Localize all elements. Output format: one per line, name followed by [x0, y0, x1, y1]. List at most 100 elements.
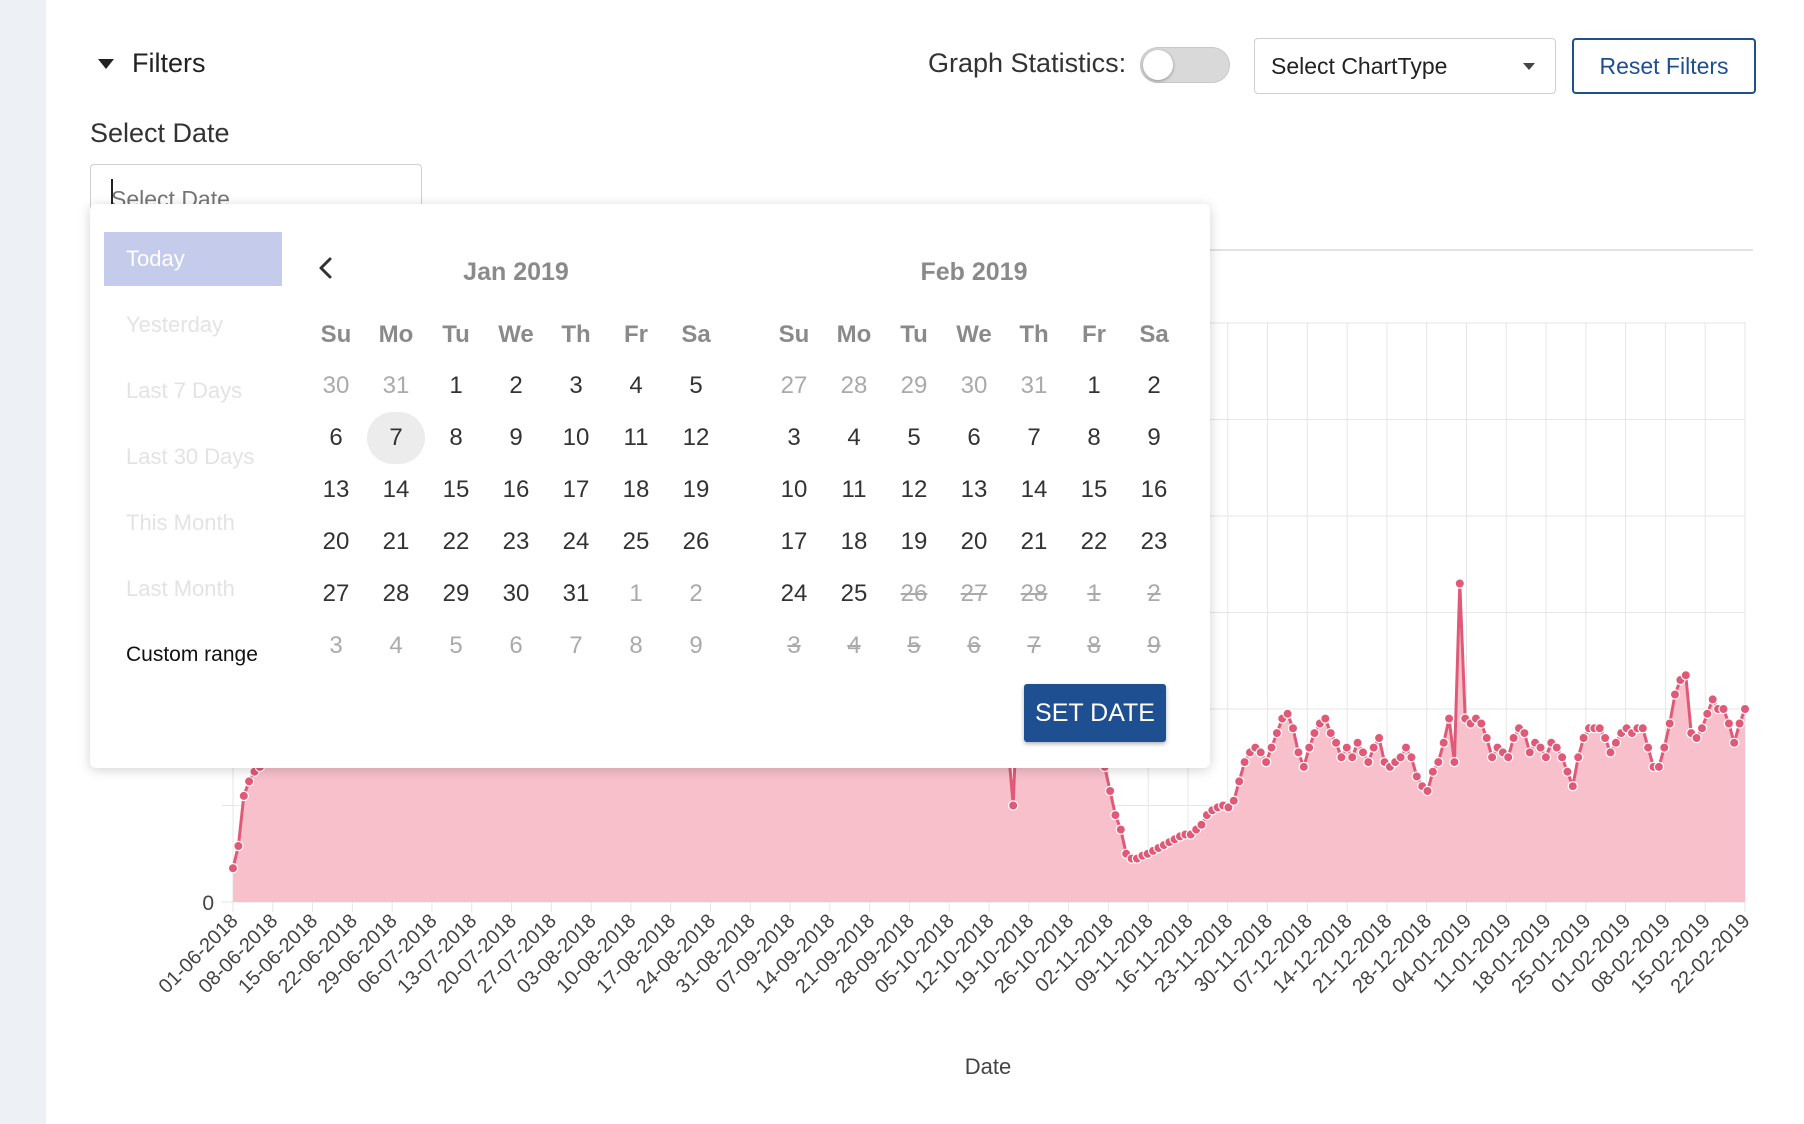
- calendar-day-label: 26: [900, 580, 928, 607]
- calendar-day[interactable]: 2: [666, 568, 726, 620]
- calendar-day[interactable]: 30: [306, 360, 366, 412]
- calendar-day[interactable]: 18: [606, 464, 666, 516]
- calendar-day[interactable]: 20: [944, 516, 1004, 568]
- calendar-day[interactable]: 7: [1004, 412, 1064, 464]
- calendar-day[interactable]: 26: [666, 516, 726, 568]
- calendar-day[interactable]: 9: [486, 412, 546, 464]
- calendar-day[interactable]: 12: [666, 412, 726, 464]
- data-point: [1239, 756, 1250, 768]
- y-tick-label: 0: [202, 892, 214, 915]
- calendar-day[interactable]: 16: [486, 464, 546, 516]
- calendar-day[interactable]: 2: [486, 360, 546, 412]
- calendar-day[interactable]: 15: [1064, 464, 1124, 516]
- calendar-day[interactable]: 31: [546, 568, 606, 620]
- calendar-day[interactable]: 24: [546, 516, 606, 568]
- calendar-day[interactable]: 1: [426, 360, 486, 412]
- calendar-day[interactable]: 21: [1004, 516, 1064, 568]
- calendar-day[interactable]: 25: [606, 516, 666, 568]
- range-option[interactable]: Last 7 Days: [104, 364, 282, 418]
- data-point: [1104, 785, 1116, 797]
- calendar-day-label: 6: [509, 632, 523, 659]
- calendar-day[interactable]: 23: [1124, 516, 1184, 568]
- calendar-day[interactable]: 8: [1064, 412, 1124, 464]
- calendar-day[interactable]: 11: [606, 412, 666, 464]
- data-point: [1524, 747, 1536, 758]
- calendar-day[interactable]: 18: [824, 516, 884, 568]
- calendar-day[interactable]: 4: [366, 620, 426, 672]
- range-option[interactable]: Yesterday: [104, 298, 282, 352]
- calendar-day[interactable]: 23: [486, 516, 546, 568]
- calendar-day[interactable]: 6: [944, 412, 1004, 464]
- calendar-day-label: 3: [787, 632, 801, 659]
- calendar-day[interactable]: 14: [366, 464, 426, 516]
- calendar-day[interactable]: 24: [764, 568, 824, 620]
- calendar-day[interactable]: 8: [426, 412, 486, 464]
- calendar-day[interactable]: 7: [366, 412, 426, 464]
- weekday-header: Sa: [681, 321, 711, 348]
- calendar-day[interactable]: 31: [366, 360, 426, 412]
- calendar-day-label: 30: [960, 372, 988, 399]
- calendar-day[interactable]: 17: [764, 516, 824, 568]
- range-option[interactable]: This Month: [104, 496, 282, 550]
- calendar-day[interactable]: 30: [486, 568, 546, 620]
- calendar-day[interactable]: 28: [824, 360, 884, 412]
- calendar-day[interactable]: 7: [546, 620, 606, 672]
- calendar-day-label: 6: [967, 424, 981, 451]
- calendar-day[interactable]: 27: [306, 568, 366, 620]
- calendar-day[interactable]: 19: [666, 464, 726, 516]
- calendar-day[interactable]: 8: [606, 620, 666, 672]
- data-point: [1739, 703, 1751, 715]
- weekday-header: We: [498, 321, 534, 348]
- calendar-day[interactable]: 31: [1004, 360, 1064, 412]
- range-option[interactable]: Today: [104, 232, 282, 286]
- data-point: [238, 790, 249, 802]
- data-point: [1702, 708, 1713, 720]
- calendar-day[interactable]: 3: [764, 412, 824, 464]
- calendar-day[interactable]: 22: [1064, 516, 1124, 568]
- calendar-day[interactable]: 4: [606, 360, 666, 412]
- calendar-day: 3: [764, 620, 824, 672]
- calendar-day[interactable]: 12: [884, 464, 944, 516]
- calendar-day[interactable]: 29: [426, 568, 486, 620]
- calendar-day[interactable]: 1: [606, 568, 666, 620]
- calendar-day[interactable]: 5: [884, 412, 944, 464]
- calendar-day-label: 15: [442, 476, 470, 503]
- calendar-day[interactable]: 5: [426, 620, 486, 672]
- calendar-day-label: 3: [329, 632, 343, 659]
- calendar-day[interactable]: 22: [426, 516, 486, 568]
- calendar-day[interactable]: 21: [366, 516, 426, 568]
- calendar-day[interactable]: 20: [306, 516, 366, 568]
- calendar-day[interactable]: 25: [824, 568, 884, 620]
- calendar-day: 7: [1004, 620, 1064, 672]
- calendar-day[interactable]: 4: [824, 412, 884, 464]
- calendar-day[interactable]: 13: [306, 464, 366, 516]
- range-option[interactable]: Last Month: [104, 562, 282, 616]
- calendar-day[interactable]: 17: [546, 464, 606, 516]
- range-option[interactable]: Custom range: [104, 628, 282, 682]
- calendar-day[interactable]: 28: [366, 568, 426, 620]
- calendar-day[interactable]: 11: [824, 464, 884, 516]
- range-option[interactable]: Last 30 Days: [104, 430, 282, 484]
- calendar-day[interactable]: 15: [426, 464, 486, 516]
- calendar-day[interactable]: 10: [546, 412, 606, 464]
- set-date-button[interactable]: SET DATE: [1024, 684, 1166, 742]
- calendar-day[interactable]: 3: [306, 620, 366, 672]
- calendar-day[interactable]: 19: [884, 516, 944, 568]
- calendar-day[interactable]: 13: [944, 464, 1004, 516]
- calendar-day[interactable]: 16: [1124, 464, 1184, 516]
- calendar-day[interactable]: 6: [486, 620, 546, 672]
- calendar-day[interactable]: 27: [764, 360, 824, 412]
- calendar-day[interactable]: 10: [764, 464, 824, 516]
- calendar-day[interactable]: 29: [884, 360, 944, 412]
- calendar-day[interactable]: 6: [306, 412, 366, 464]
- calendar-day[interactable]: 1: [1064, 360, 1124, 412]
- calendar-day-label: 8: [449, 424, 463, 451]
- calendar-day[interactable]: 2: [1124, 360, 1184, 412]
- calendar-day[interactable]: 3: [546, 360, 606, 412]
- calendar-day[interactable]: 9: [666, 620, 726, 672]
- calendar-day[interactable]: 30: [944, 360, 1004, 412]
- calendar-day[interactable]: 9: [1124, 412, 1184, 464]
- calendar-day[interactable]: 14: [1004, 464, 1064, 516]
- calendar-day: 8: [1064, 620, 1124, 672]
- calendar-day[interactable]: 5: [666, 360, 726, 412]
